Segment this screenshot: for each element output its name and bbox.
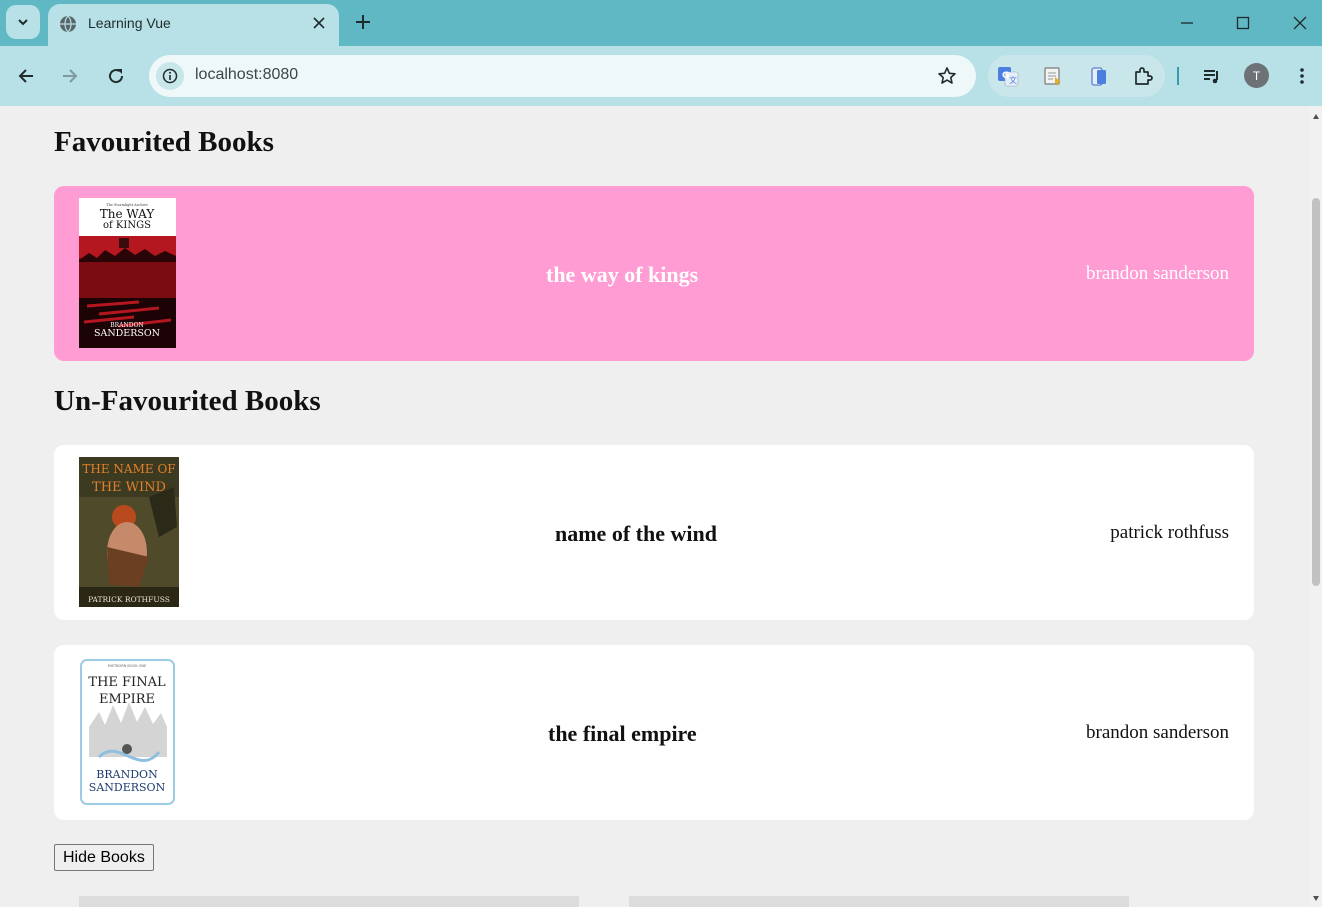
arrow-left-icon bbox=[18, 69, 33, 83]
new-tab-button[interactable] bbox=[352, 11, 374, 33]
browser-tab-strip: Learning Vue bbox=[0, 0, 1322, 46]
info-icon bbox=[162, 68, 178, 84]
book-cover-the-way-of-kings: The Stormlight Archive The WAY of KINGS … bbox=[79, 198, 176, 348]
cover-author-line1: BRANDON bbox=[96, 768, 158, 781]
phone-icon bbox=[1091, 67, 1106, 86]
hide-books-button[interactable]: Hide Books bbox=[54, 844, 154, 871]
close-tab-button[interactable] bbox=[309, 13, 329, 33]
globe-icon bbox=[60, 15, 76, 33]
favourited-heading: Favourited Books bbox=[54, 126, 274, 158]
book-card-unfavourited[interactable]: THE NAME OF THE WIND PATRICK ROTHFUSS na… bbox=[54, 445, 1254, 620]
cover-series-text: MISTBORN BOOK ONE bbox=[108, 664, 147, 668]
book-author: brandon sanderson bbox=[1086, 722, 1229, 743]
scroll-down-arrow[interactable] bbox=[1313, 896, 1319, 901]
url-text[interactable]: localhost:8080 bbox=[195, 66, 298, 84]
tab-search-button[interactable] bbox=[6, 5, 40, 39]
bookmark-button[interactable] bbox=[936, 65, 958, 87]
active-tab[interactable]: Learning Vue bbox=[48, 4, 339, 46]
scroll-up-arrow[interactable] bbox=[1313, 114, 1319, 119]
address-bar[interactable]: localhost:8080 bbox=[149, 55, 976, 97]
puzzle-icon bbox=[1135, 67, 1153, 85]
cover-title-line2: of KINGS bbox=[103, 220, 151, 231]
forward-button[interactable] bbox=[58, 64, 82, 88]
page-tool-extension[interactable] bbox=[1041, 64, 1065, 88]
chevron-down-icon bbox=[18, 19, 28, 26]
cover-title-line1: THE NAME OF bbox=[82, 462, 175, 476]
book-title: the final empire bbox=[548, 721, 697, 746]
book-cover-name-of-the-wind: THE NAME OF THE WIND PATRICK ROTHFUSS bbox=[79, 457, 179, 607]
translate-icon: G文 bbox=[998, 67, 1019, 87]
google-translate-extension[interactable]: G文 bbox=[996, 64, 1020, 88]
toolbar-divider bbox=[1177, 67, 1179, 85]
svg-text:文: 文 bbox=[1009, 75, 1017, 85]
cover-author-line1: PATRICK ROTHFUSS bbox=[88, 595, 170, 604]
scrollbar-thumb[interactable] bbox=[1312, 198, 1320, 586]
close-icon bbox=[313, 17, 325, 29]
profile-avatar[interactable]: T bbox=[1244, 63, 1269, 88]
unfavourited-heading: Un-Favourited Books bbox=[54, 385, 321, 417]
cover-title-line2: EMPIRE bbox=[99, 692, 155, 707]
book-card-favourited[interactable]: The Stormlight Archive The WAY of KINGS … bbox=[54, 186, 1254, 361]
content-placeholder bbox=[79, 896, 579, 907]
close-icon bbox=[1293, 16, 1307, 30]
site-info-button[interactable] bbox=[156, 62, 184, 90]
extensions-menu-button[interactable] bbox=[1131, 64, 1155, 88]
book-cover-the-final-empire: MISTBORN BOOK ONE THE FINAL EMPIRE BRAND… bbox=[79, 657, 176, 807]
book-title: the way of kings bbox=[546, 262, 699, 287]
page-viewport: Favourited Books The Stormlight Archive … bbox=[0, 106, 1310, 907]
browser-menu-button[interactable] bbox=[1290, 64, 1314, 88]
tab-title: Learning Vue bbox=[88, 15, 171, 31]
back-button[interactable] bbox=[14, 64, 38, 88]
minimize-icon bbox=[1181, 22, 1193, 24]
device-extension[interactable] bbox=[1087, 64, 1111, 88]
browser-toolbar: localhost:8080 G文 T bbox=[0, 46, 1322, 106]
reload-button[interactable] bbox=[104, 64, 128, 88]
star-icon bbox=[938, 67, 956, 84]
book-card-unfavourited[interactable]: MISTBORN BOOK ONE THE FINAL EMPIRE BRAND… bbox=[54, 645, 1254, 820]
close-window-button[interactable] bbox=[1288, 11, 1312, 35]
maximize-icon bbox=[1236, 16, 1250, 30]
cover-author-line2: SANDERSON bbox=[94, 328, 160, 339]
book-author: patrick rothfuss bbox=[1110, 522, 1229, 543]
arrow-right-icon bbox=[63, 69, 78, 83]
minimize-button[interactable] bbox=[1175, 11, 1199, 35]
document-cursor-icon bbox=[1044, 67, 1061, 86]
cover-author-line2: SANDERSON bbox=[89, 781, 166, 794]
queue-music-icon bbox=[1204, 70, 1218, 84]
cover-title-line1: The WAY bbox=[100, 207, 156, 221]
reload-icon bbox=[109, 69, 124, 84]
cover-title-line1: THE FINAL bbox=[88, 675, 166, 690]
maximize-button[interactable] bbox=[1231, 11, 1255, 35]
more-vertical-icon bbox=[1300, 68, 1304, 84]
book-title: name of the wind bbox=[555, 521, 717, 546]
content-placeholder bbox=[629, 896, 1129, 907]
media-controls-button[interactable] bbox=[1200, 64, 1224, 88]
page-scrollbar[interactable] bbox=[1310, 106, 1322, 907]
plus-icon bbox=[356, 15, 370, 29]
book-author: brandon sanderson bbox=[1086, 263, 1229, 284]
cover-title-line2: THE WIND bbox=[92, 480, 166, 495]
extensions-group: G文 bbox=[988, 55, 1165, 97]
